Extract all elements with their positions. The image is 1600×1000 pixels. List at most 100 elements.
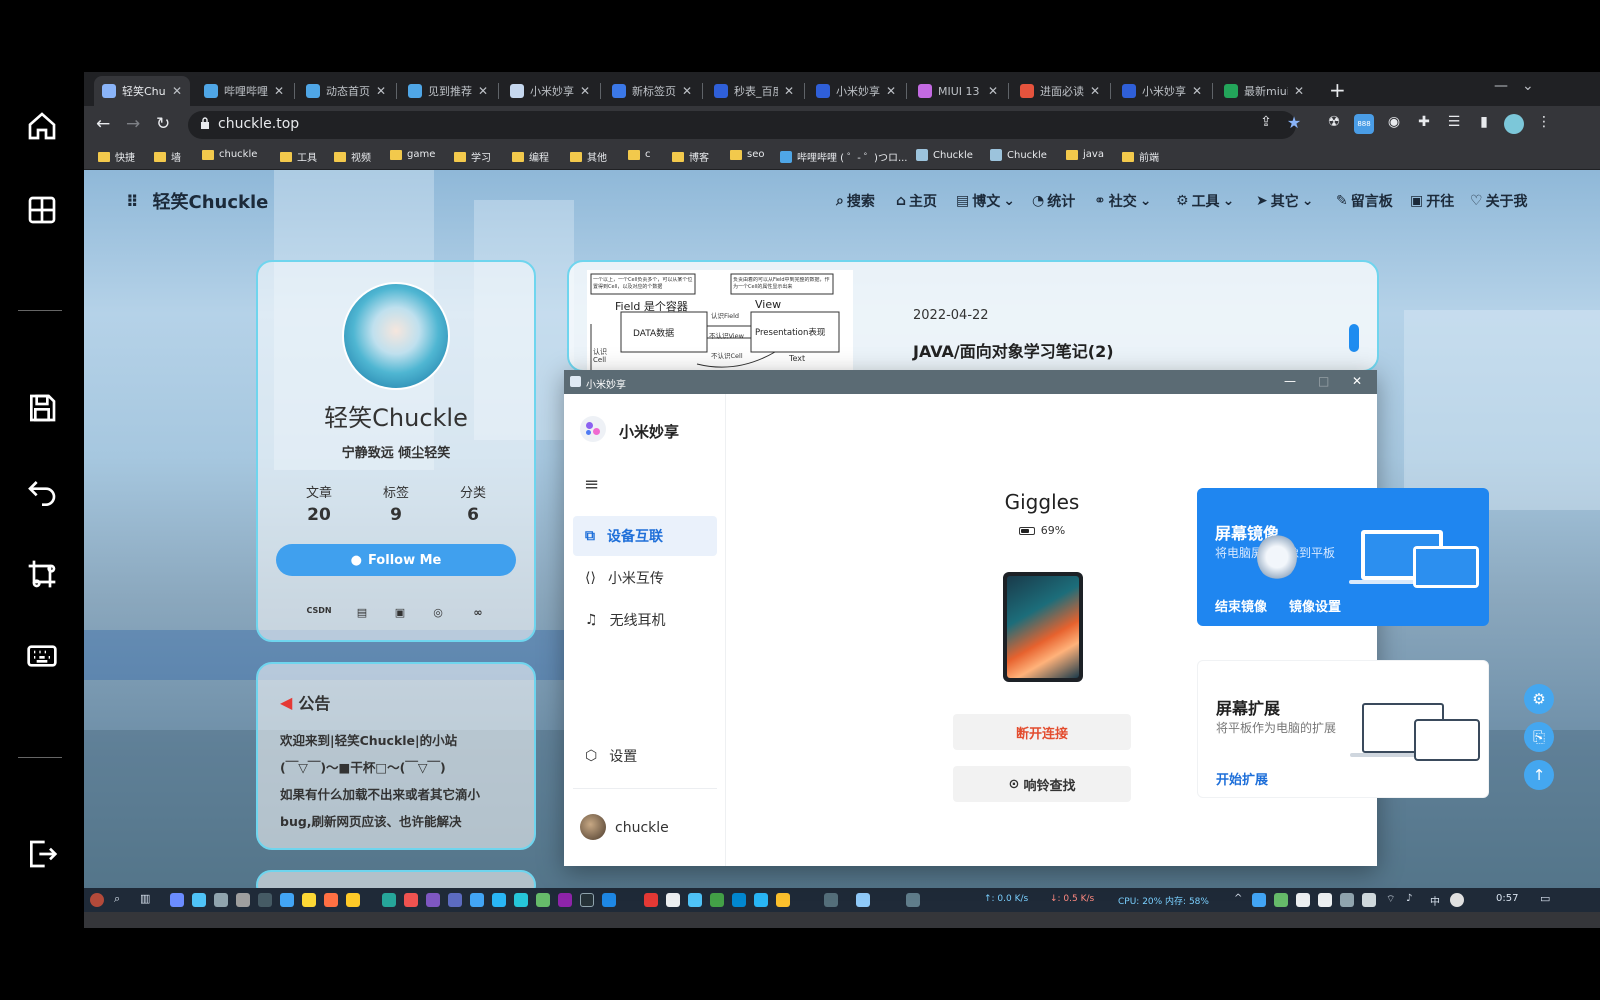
tray-icon[interactable] (1318, 893, 1332, 907)
nav-posts[interactable]: ▤ 博文 ⌄ (956, 191, 1015, 211)
back-icon[interactable]: ← (96, 114, 110, 134)
nav-search[interactable]: ⌕ 搜索 (836, 191, 875, 211)
nav-social[interactable]: ⚭ 社交 ⌄ (1094, 191, 1151, 211)
app-icon[interactable] (666, 893, 680, 907)
reload-icon[interactable]: ↻ (156, 114, 170, 134)
close-icon[interactable]: ✕ (1352, 374, 1362, 388)
close-icon[interactable]: ✕ (784, 84, 794, 98)
app-icon[interactable] (448, 893, 462, 907)
task-view-icon[interactable]: ▥ (140, 892, 150, 905)
share-icon[interactable]: ⇪ (1256, 114, 1276, 134)
post-title[interactable]: JAVA/面向对象学习笔记(2) (913, 338, 1114, 362)
menu-icon[interactable]: ≡ (584, 474, 599, 495)
app-icon[interactable] (536, 893, 550, 907)
close-icon[interactable]: ✕ (274, 84, 284, 98)
tray-icon[interactable] (1252, 893, 1266, 907)
cnblogs-icon[interactable]: ▤ (350, 606, 374, 624)
bookmark-folder[interactable]: 编程 (512, 149, 549, 164)
close-icon[interactable]: ✕ (172, 84, 182, 98)
close-icon[interactable]: ✕ (580, 84, 590, 98)
app-icon[interactable] (214, 893, 228, 907)
app-icon[interactable] (754, 893, 768, 907)
nav-travel[interactable]: ▣ 开往 (1410, 191, 1454, 211)
screenshot-icon[interactable] (22, 554, 62, 594)
bookmark-link[interactable]: 哔哩哔哩 ( ゜- ゜)つロ... (780, 149, 907, 164)
app-icon[interactable] (404, 893, 418, 907)
chevron-down-icon[interactable]: ⌄ (1522, 78, 1534, 94)
ring-find-button[interactable]: ⊙ 响铃查找 (953, 766, 1131, 802)
app-icon[interactable] (906, 893, 920, 907)
app-icon[interactable] (426, 893, 440, 907)
csdn-icon[interactable]: CSDN (304, 606, 334, 624)
app-icon[interactable] (492, 893, 506, 907)
app-icon[interactable] (324, 893, 338, 907)
app-icon[interactable] (602, 893, 616, 907)
disconnect-button[interactable]: 断开连接 (953, 714, 1131, 750)
app-icon[interactable] (192, 893, 206, 907)
minimize-icon[interactable]: — (1284, 374, 1296, 388)
stat-articles[interactable]: 文章 20 (289, 482, 349, 525)
vscode-icon[interactable] (558, 893, 572, 907)
puzzle-icon[interactable]: ✚ (1414, 114, 1434, 134)
nav-home[interactable]: ⌂ 主页 (896, 191, 937, 211)
nav-stats[interactable]: ◔ 统计 (1032, 191, 1075, 211)
bookmark-folder[interactable]: 前端 (1122, 149, 1159, 164)
bookmark-folder[interactable]: 视频 (334, 149, 371, 164)
bilibili-icon[interactable]: ▣ (388, 606, 412, 624)
tab[interactable]: 小米妙享 ✕ (502, 76, 598, 106)
menu-grid-icon[interactable]: ⠿ (126, 192, 139, 211)
bookmark-folder[interactable]: c (628, 149, 651, 160)
app-icon[interactable] (280, 893, 294, 907)
side-panel-icon[interactable]: ▮ (1474, 114, 1494, 134)
bookmark-link[interactable]: Chuckle (990, 149, 1047, 161)
app-icon[interactable] (688, 893, 702, 907)
tray-icon[interactable] (1274, 893, 1288, 907)
volume-icon[interactable]: ♪ (1406, 893, 1412, 904)
new-tab-button[interactable]: + (1329, 78, 1346, 102)
menu-icon[interactable]: ⋮ (1534, 114, 1554, 134)
tab[interactable]: 最新miui ✕ (1216, 76, 1312, 106)
stat-tags[interactable]: 标签 9 (366, 482, 426, 525)
close-icon[interactable]: ✕ (1090, 84, 1100, 98)
bookmark-folder[interactable]: 快捷 (98, 149, 135, 164)
grid-icon[interactable] (22, 190, 62, 230)
avatar[interactable] (1504, 114, 1524, 134)
app-icon[interactable] (302, 893, 316, 907)
tray-icon[interactable] (1340, 893, 1354, 907)
intellij-icon[interactable] (580, 893, 594, 907)
exit-icon[interactable] (22, 834, 62, 874)
stat-categories[interactable]: 分类 6 (443, 482, 503, 525)
minimize-icon[interactable]: — (1494, 78, 1508, 94)
bookmark-folder[interactable]: seo (730, 149, 764, 160)
app-icon[interactable] (170, 893, 184, 907)
tab[interactable]: 哔哩哔哩 ✕ (196, 76, 292, 106)
nav-tools[interactable]: ⚙ 工具 ⌄ (1176, 191, 1234, 211)
close-icon[interactable]: ✕ (886, 84, 896, 98)
tab[interactable]: 动态首页 ✕ (298, 76, 394, 106)
keyboard-icon[interactable] (22, 636, 62, 676)
close-icon[interactable]: ✕ (1294, 84, 1304, 98)
netease-music-icon[interactable]: ◎ (426, 606, 450, 624)
clock[interactable]: 0:57 (1496, 893, 1518, 904)
tab[interactable]: 小米妙享 ✕ (1114, 76, 1210, 106)
scrollbar-thumb[interactable] (1349, 324, 1359, 352)
follow-me-button[interactable]: ● Follow Me (276, 544, 516, 576)
bookmark-folder[interactable]: 学习 (454, 149, 491, 164)
bookmark-folder[interactable]: game (390, 149, 435, 160)
bookmark-folder[interactable]: 其他 (570, 149, 607, 164)
tab[interactable]: 轻笑Chuckle ✕ (94, 76, 190, 106)
steam-icon[interactable] (258, 893, 272, 907)
tab[interactable]: 小米妙享 ✕ (808, 76, 904, 106)
sidebar-item-device-connect[interactable]: ⧉ 设备互联 (573, 516, 717, 556)
app-icon[interactable] (470, 893, 484, 907)
screen-extend-card[interactable]: 屏幕扩展 将平板作为电脑的扩展 开始扩展 (1197, 660, 1489, 798)
nav-other[interactable]: ➤ 其它 ⌄ (1256, 191, 1313, 211)
avatar[interactable] (580, 814, 606, 840)
close-icon[interactable]: ✕ (682, 84, 692, 98)
wifi-icon[interactable]: ⌔ (1386, 893, 1395, 906)
tray-icon[interactable] (1296, 893, 1310, 907)
wechat-icon[interactable] (710, 893, 724, 907)
maximize-icon[interactable]: □ (1318, 374, 1329, 388)
app-icon[interactable] (644, 893, 658, 907)
search-icon[interactable]: ⌕ (114, 892, 120, 906)
